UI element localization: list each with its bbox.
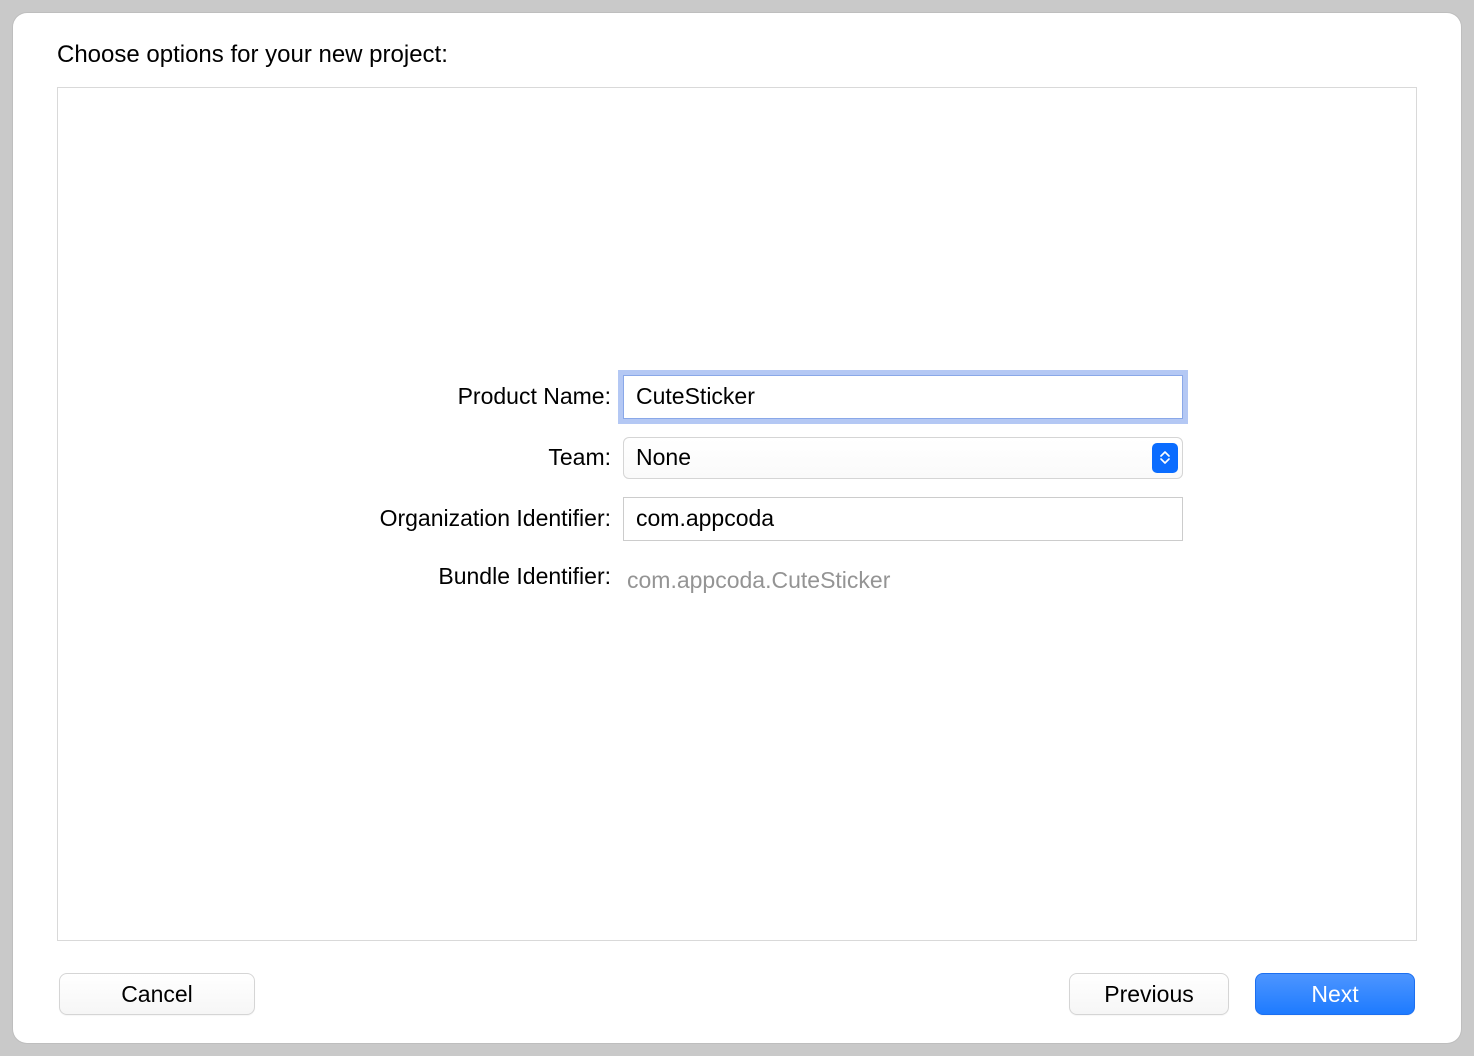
next-button[interactable]: Next: [1255, 973, 1415, 1015]
product-name-row: Product Name:: [291, 375, 1183, 419]
team-field-wrap: None: [623, 437, 1183, 479]
dialog-title: Choose options for your new project:: [57, 41, 1417, 69]
cancel-button[interactable]: Cancel: [59, 973, 255, 1015]
bundle-identifier-value: com.appcoda.CuteSticker: [623, 559, 1183, 594]
team-label: Team:: [291, 444, 611, 471]
team-select-value: None: [636, 444, 691, 471]
team-row: Team: None: [291, 437, 1183, 479]
bundle-identifier-label: Bundle Identifier:: [291, 563, 611, 590]
updown-arrows-icon: [1152, 443, 1178, 473]
product-name-label: Product Name:: [291, 383, 611, 410]
organization-identifier-field-wrap: [623, 497, 1183, 541]
new-project-options-dialog: Choose options for your new project: Pro…: [13, 13, 1461, 1043]
options-content-box: Product Name: Team: None: [57, 87, 1417, 941]
bundle-identifier-row: Bundle Identifier: com.appcoda.CuteStick…: [291, 559, 1183, 594]
team-select[interactable]: None: [623, 437, 1183, 479]
product-name-field-wrap: [623, 375, 1183, 419]
product-name-input[interactable]: [623, 375, 1183, 419]
organization-identifier-row: Organization Identifier:: [291, 497, 1183, 541]
bundle-identifier-field-wrap: com.appcoda.CuteSticker: [623, 559, 1183, 594]
organization-identifier-input[interactable]: [623, 497, 1183, 541]
dialog-button-bar: Cancel Previous Next: [57, 973, 1417, 1015]
options-form: Product Name: Team: None: [291, 375, 1183, 594]
organization-identifier-label: Organization Identifier:: [291, 505, 611, 532]
nav-button-group: Previous Next: [1069, 973, 1415, 1015]
previous-button[interactable]: Previous: [1069, 973, 1229, 1015]
